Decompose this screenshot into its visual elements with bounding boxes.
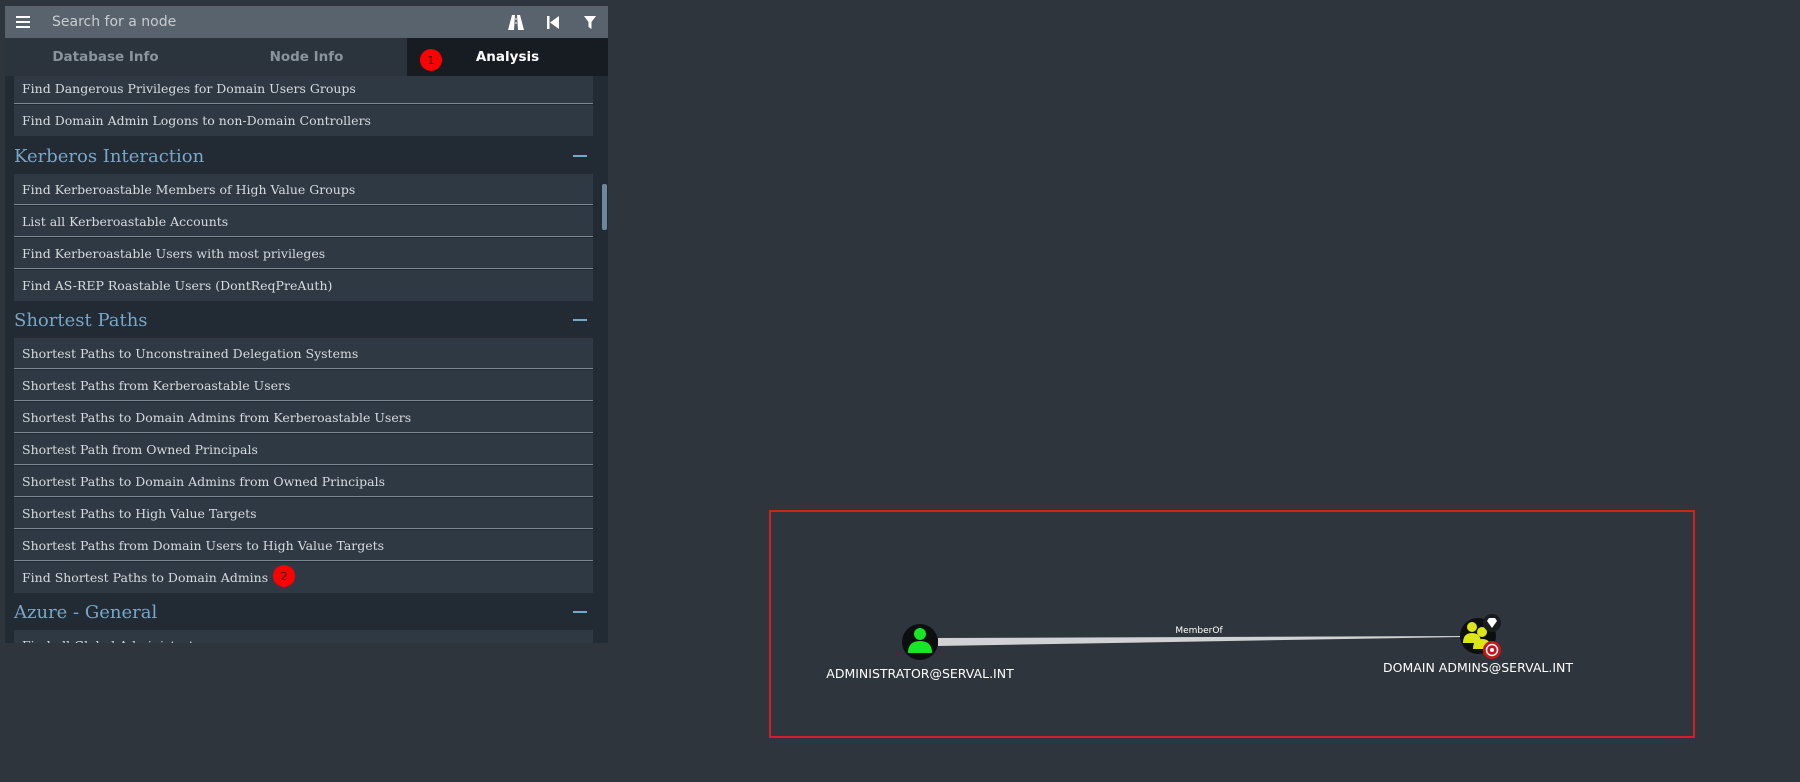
tab-database-info[interactable]: Database Info [5,38,206,76]
section-header-azure-general[interactable]: Azure - General [14,594,593,630]
collapse-icon[interactable] [573,611,587,613]
node-label-administrator: ADMINISTRATOR@SERVAL.INT [826,666,1014,681]
edge-label: MemberOf [1175,626,1223,636]
tab-bar: Database Info Node Info Analysis [5,38,608,76]
section-title: Shortest Paths [14,309,148,331]
query-item[interactable]: Find Kerberoastable Members of High Valu… [14,174,593,205]
query-item[interactable]: Find all Global Administrators [14,630,593,643]
query-item[interactable]: Shortest Paths from Kerberoastable Users [14,370,593,401]
query-panel: Database Info Node Info Analysis Find Da… [5,6,608,643]
query-item[interactable]: Shortest Paths to Unconstrained Delegati… [14,338,593,369]
query-item[interactable]: Shortest Paths to Domain Admins from Own… [14,466,593,497]
query-item[interactable]: Shortest Paths from Domain Users to High… [14,530,593,561]
query-item[interactable]: List all Kerberoastable Accounts [14,206,593,237]
annotation-marker: 1 [420,49,442,71]
section-title: Azure - General [14,601,158,623]
pathfinding-icon[interactable] [497,6,534,38]
section-title: Kerberos Interaction [14,145,205,167]
highlight-box [769,510,1695,738]
collapse-icon[interactable] [573,319,587,321]
query-item[interactable]: Shortest Paths to High Value Targets [14,498,593,529]
query-item[interactable]: Find AS-REP Roastable Users (DontReqPreA… [14,270,593,301]
query-item-find-shortest-paths-to-domain-admins[interactable]: Find Shortest Paths to Domain Admins [14,562,593,593]
section-header-kerberos[interactable]: Kerberos Interaction [14,138,593,174]
node-label-domain-admins: DOMAIN ADMINS@SERVAL.INT [1383,660,1573,675]
annotation-marker: 2 [273,565,295,587]
collapse-icon[interactable] [573,155,587,157]
query-item[interactable]: Shortest Path from Owned Principals [14,434,593,465]
tab-label: Node Info [269,49,344,65]
query-list[interactable]: Find Dangerous Privileges for Domain Use… [5,76,608,643]
query-item[interactable]: Find Dangerous Privileges for Domain Use… [14,76,593,104]
query-item[interactable]: Find Domain Admin Logons to non-Domain C… [14,105,593,136]
query-item[interactable]: Find Kerberoastable Users with most priv… [14,238,593,269]
filter-icon[interactable] [571,6,608,38]
hamburger-icon[interactable] [5,6,40,38]
tab-label: Analysis [475,49,540,65]
scrollbar-thumb[interactable] [602,184,607,230]
search-input[interactable] [40,6,497,38]
back-icon[interactable] [534,6,571,38]
tab-node-info[interactable]: Node Info [206,38,407,76]
section-header-shortest-paths[interactable]: Shortest Paths [14,302,593,338]
tab-label: Database Info [52,49,159,65]
query-item[interactable]: Shortest Paths to Domain Admins from Ker… [14,402,593,433]
search-bar [5,6,608,38]
